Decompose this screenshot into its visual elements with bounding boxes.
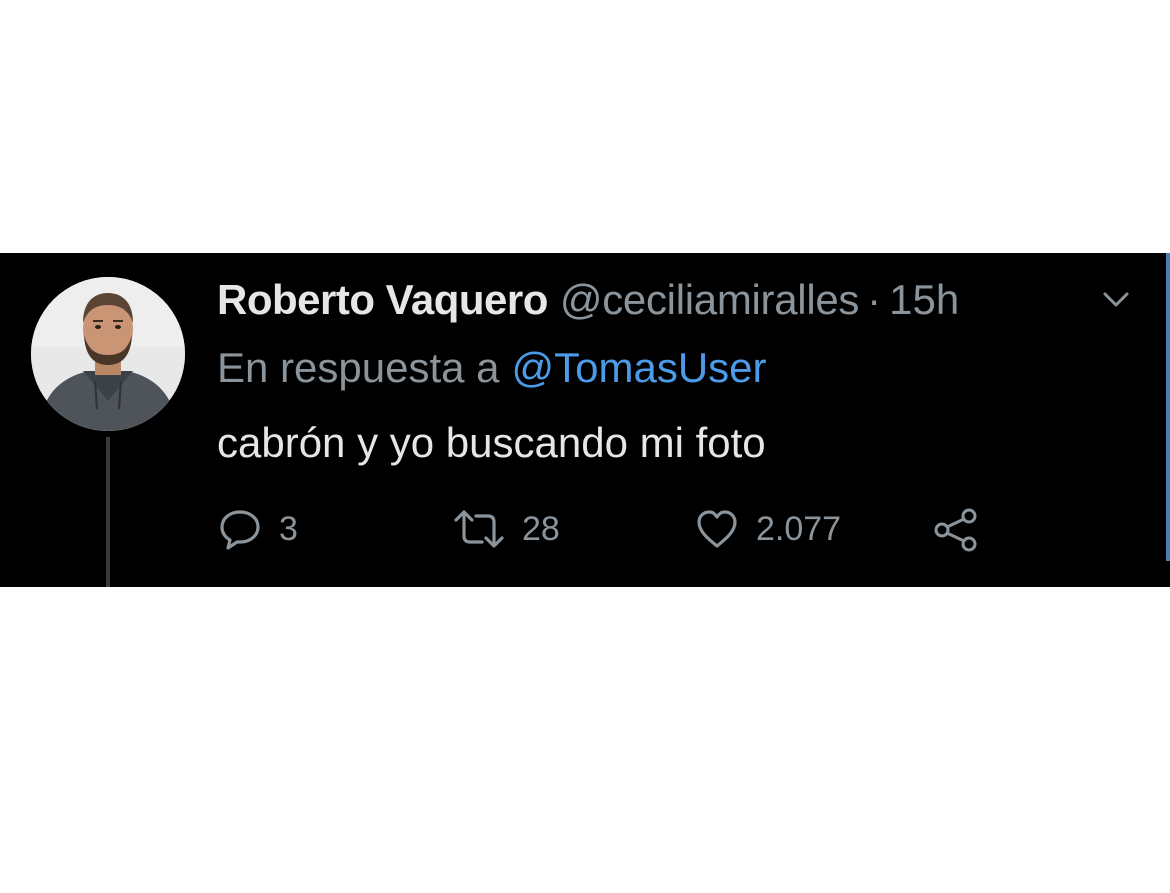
tweet-card[interactable]: Roberto Vaquero @ceciliamiralles · 15h E… — [0, 253, 1170, 587]
reply-button[interactable]: 3 — [217, 505, 298, 553]
chevron-down-icon — [1103, 292, 1129, 307]
like-count: 2.077 — [756, 509, 842, 548]
avatar[interactable] — [31, 277, 185, 431]
share-button[interactable] — [932, 505, 980, 553]
tweet-timestamp[interactable]: 15h — [889, 276, 959, 324]
header-separator: · — [867, 276, 882, 323]
retweet-button[interactable]: 28 — [452, 505, 560, 553]
reply-context-prefix: En respuesta a — [217, 344, 500, 391]
author-display-name[interactable]: Roberto Vaquero — [217, 276, 548, 324]
thread-connector-line — [106, 437, 110, 587]
heart-icon — [697, 510, 737, 548]
tweet-header: Roberto Vaquero @ceciliamiralles · 15h — [217, 275, 959, 325]
author-handle[interactable]: @ceciliamiralles — [560, 276, 860, 324]
tweet-text: cabrón y yo buscando mi foto — [217, 419, 766, 466]
scroll-edge-accent — [1166, 253, 1170, 561]
tweet-menu-button[interactable] — [1101, 289, 1131, 311]
share-nodes-icon — [934, 508, 977, 552]
reply-context: En respuesta a @TomasUser — [217, 343, 767, 393]
avatar-photo-icon — [31, 277, 185, 431]
reply-mention-link[interactable]: @TomasUser — [512, 344, 767, 392]
retweet-count: 28 — [522, 509, 560, 548]
speech-bubble-icon — [220, 510, 260, 550]
like-button[interactable]: 2.077 — [694, 505, 841, 553]
page: Roberto Vaquero @ceciliamiralles · 15h E… — [0, 0, 1170, 893]
retweet-arrows-icon — [454, 510, 504, 548]
reply-count: 3 — [279, 509, 298, 548]
